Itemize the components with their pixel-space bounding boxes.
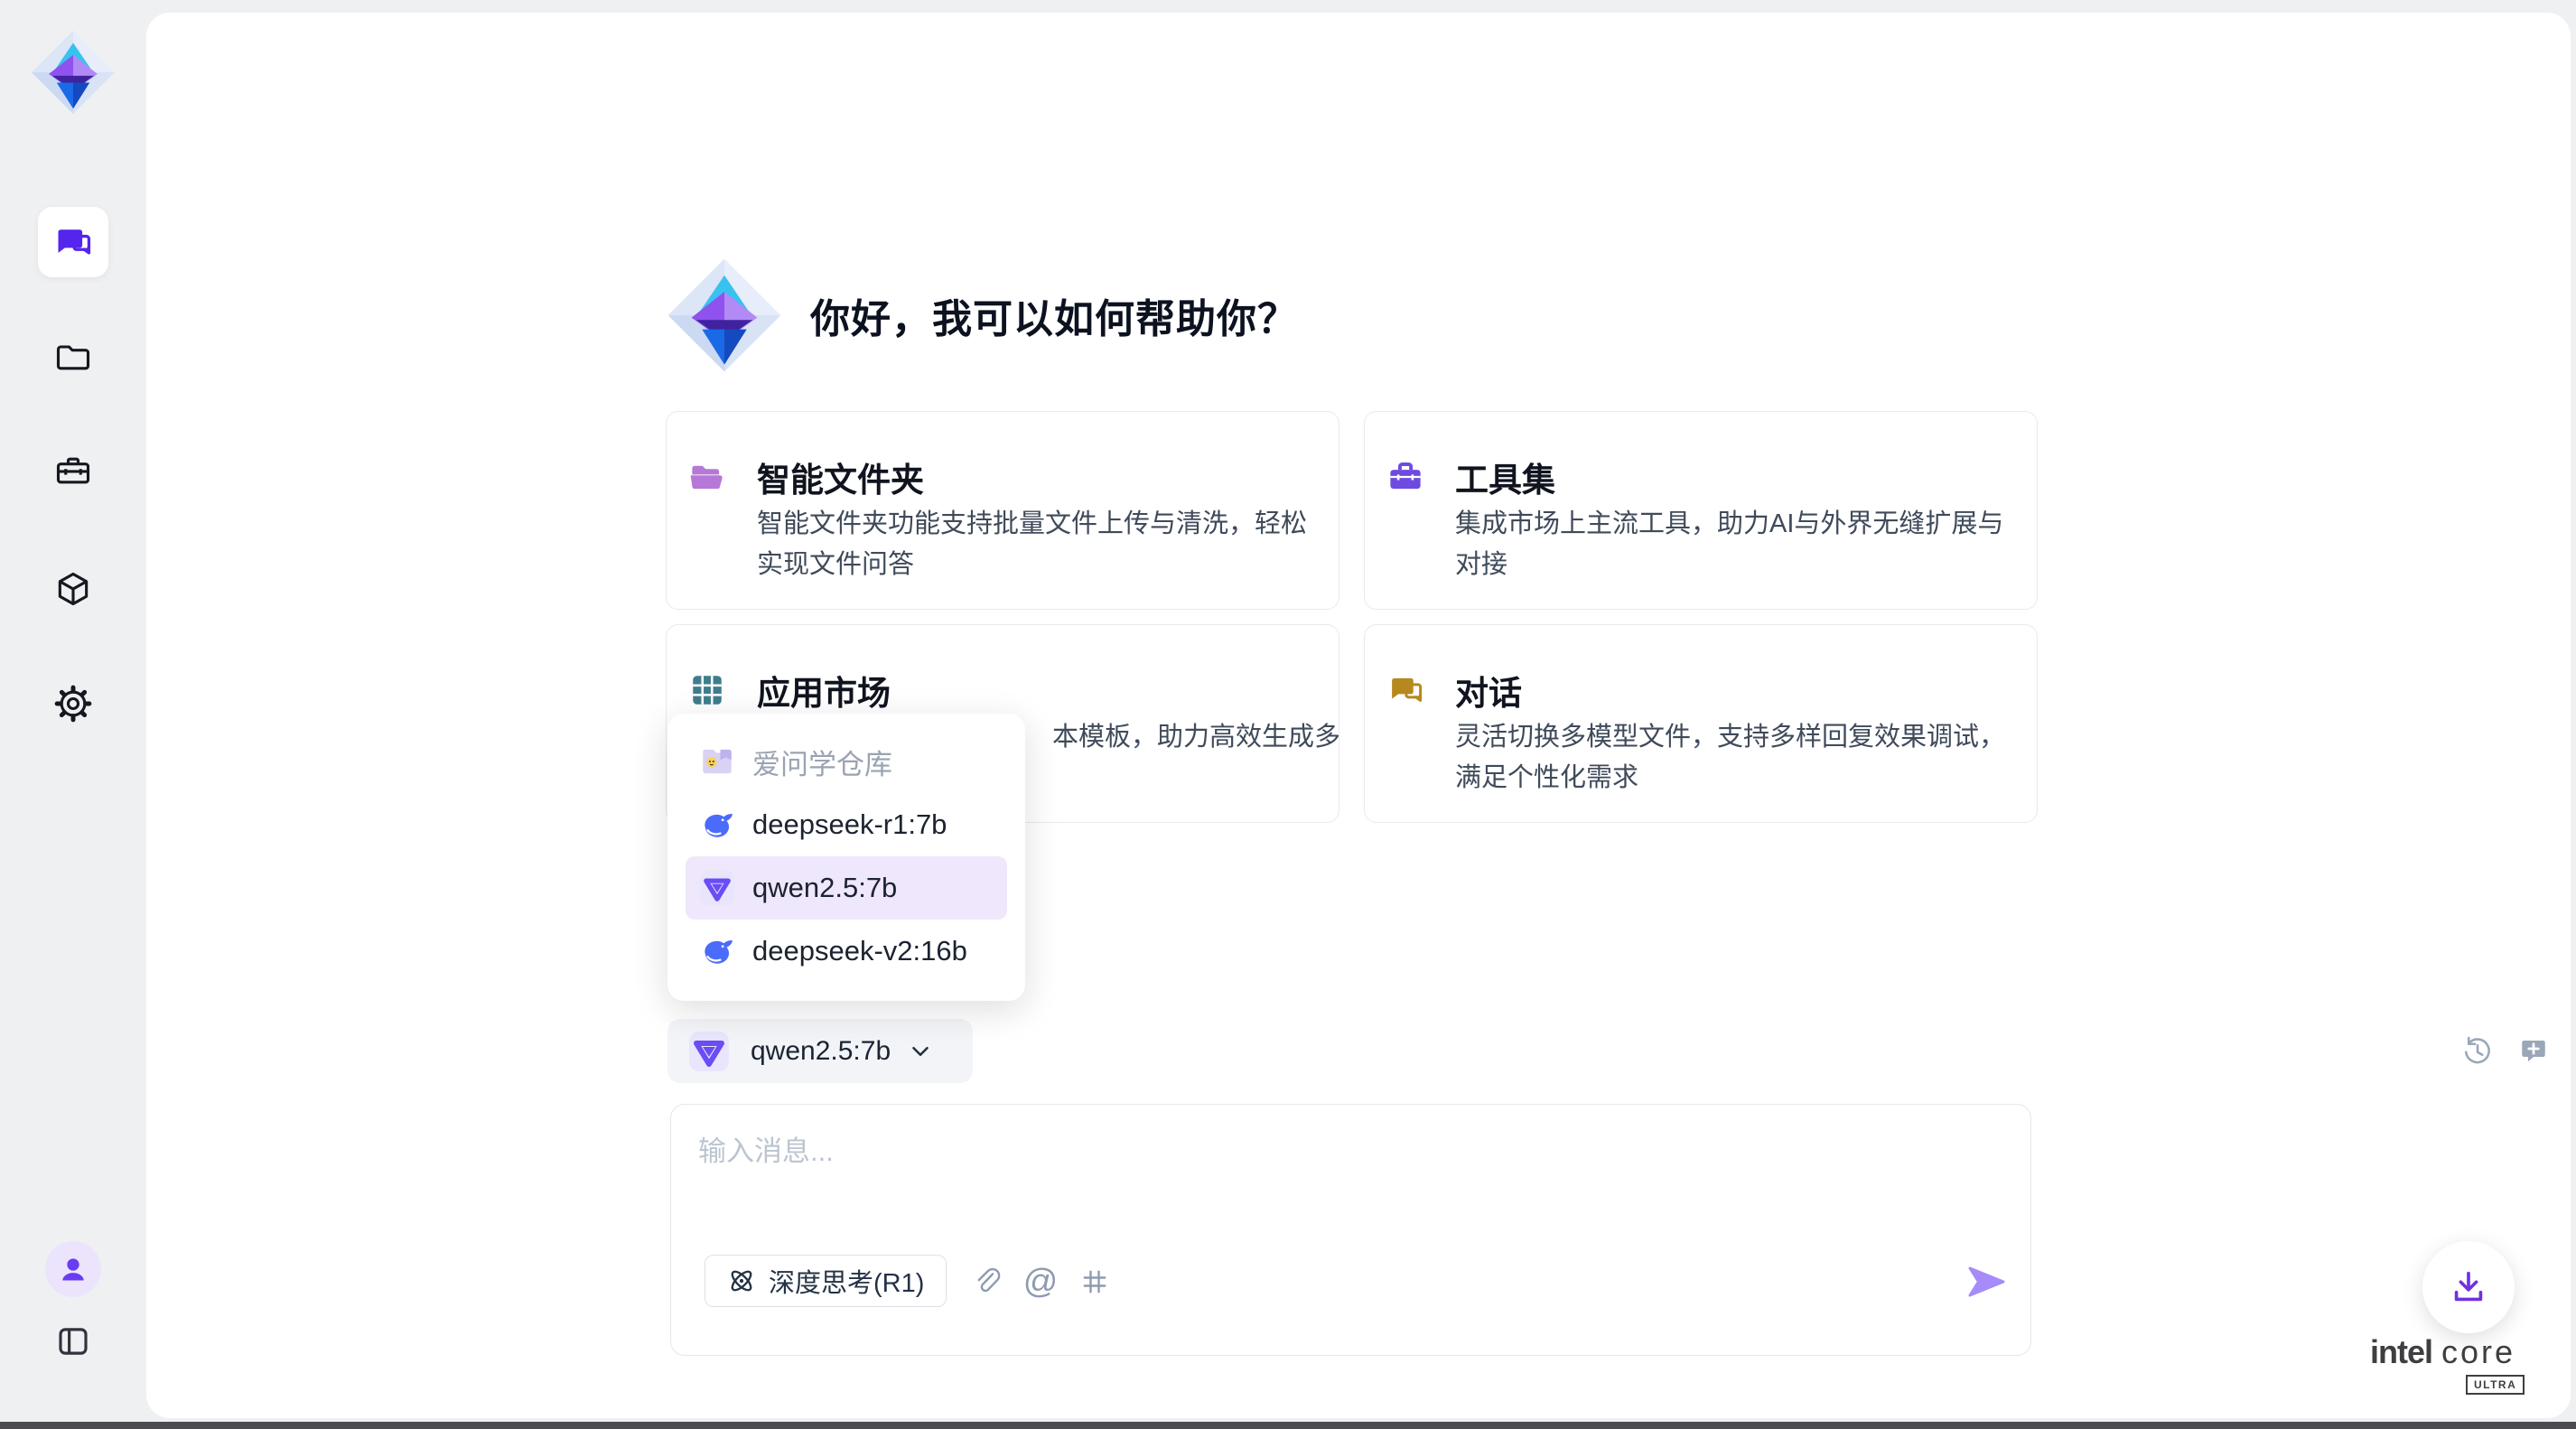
- toolbox-icon: [53, 451, 93, 490]
- card-toolset[interactable]: 工具集 集成市场上主流工具，助力AI与外界无缝扩展与对接: [1364, 411, 2038, 610]
- sidebar-item-settings[interactable]: [38, 668, 108, 739]
- selected-model-label: qwen2.5:7b: [751, 1036, 891, 1067]
- atom-icon: [727, 1266, 756, 1295]
- card-description-fragment: 本模板，助力高效生成多: [1052, 717, 1323, 758]
- grid-market-icon: [688, 671, 726, 709]
- chat-icon: [53, 222, 93, 262]
- message-input[interactable]: [698, 1128, 1945, 1237]
- composer-tools: @: [969, 1265, 1112, 1299]
- qwen-icon: [698, 869, 736, 907]
- open-folder-icon: [688, 458, 726, 496]
- download-fab[interactable]: [2422, 1241, 2515, 1333]
- collapse-sidebar-button[interactable]: [48, 1316, 98, 1367]
- qwen-icon: [687, 1030, 731, 1073]
- send-button[interactable]: [1965, 1260, 2008, 1303]
- history-icon[interactable]: [2461, 1035, 2494, 1068]
- intel-core-logo: intelcore ULTRA: [2370, 1333, 2533, 1395]
- card-description: 灵活切换多模型文件，支持多样回复效果调试，满足个性化需求: [1455, 717, 2011, 799]
- user-avatar[interactable]: [45, 1241, 101, 1297]
- core-wordmark: core: [2441, 1333, 2515, 1370]
- chevron-down-icon: [907, 1038, 934, 1065]
- card-title: 智能文件夹: [757, 453, 924, 501]
- greeting-text: 你好，我可以如何帮助你？: [810, 286, 1298, 344]
- card-title: 对话: [1455, 666, 1522, 714]
- folder-icon: [53, 337, 93, 377]
- briefcase-icon: [1386, 458, 1424, 496]
- dropdown-item-deepseek-r1[interactable]: deepseek-r1:7b: [686, 793, 1007, 856]
- deepseek-whale-icon: [698, 932, 736, 970]
- message-composer: 深度思考(R1) @: [670, 1104, 2031, 1356]
- model-selector[interactable]: qwen2.5:7b: [667, 1019, 973, 1083]
- deepseek-whale-icon: [698, 806, 736, 844]
- window-bottom-edge: [0, 1422, 2576, 1429]
- app-window: 你好，我可以如何帮助你？ 智能文件夹 智能文件夹功能支持批量文件上传与清洗，轻松…: [0, 0, 2576, 1429]
- download-icon: [2448, 1266, 2489, 1308]
- conversation-actions: [2461, 1035, 2550, 1068]
- card-description: 智能文件夹功能支持批量文件上传与清洗，轻松实现文件问答: [757, 504, 1313, 585]
- panel-left-icon: [54, 1322, 92, 1360]
- at-icon: @: [1023, 1265, 1059, 1299]
- deep-think-toggle[interactable]: 深度思考(R1): [705, 1255, 947, 1307]
- dropdown-item-qwen[interactable]: qwen2.5:7b: [686, 856, 1007, 920]
- deep-think-label: 深度思考(R1): [769, 1262, 924, 1300]
- dropdown-group-label: 爱问学仓库: [686, 730, 1007, 793]
- card-title: 应用市场: [757, 666, 891, 714]
- model-dropdown-menu: 爱问学仓库 deepseek-r1:7b qwen2.5:7b: [667, 714, 1025, 1001]
- card-title: 工具集: [1455, 453, 1555, 501]
- main-panel: 你好，我可以如何帮助你？ 智能文件夹 智能文件夹功能支持批量文件上传与清洗，轻松…: [146, 13, 2571, 1418]
- sidebar-item-chat[interactable]: [38, 207, 108, 277]
- hero: 你好，我可以如何帮助你？: [666, 257, 1298, 374]
- dropdown-item-deepseek-v2[interactable]: deepseek-v2:16b: [686, 920, 1007, 983]
- repository-icon: [698, 743, 736, 780]
- sidebar-item-tools[interactable]: [38, 435, 108, 506]
- attach-file-button[interactable]: [969, 1265, 1003, 1299]
- hero-logo-icon: [666, 257, 783, 374]
- intel-wordmark: intel: [2370, 1333, 2432, 1370]
- chat-bubbles-icon: [1386, 671, 1424, 709]
- sidebar: [0, 0, 146, 1429]
- gear-icon: [53, 684, 93, 724]
- person-icon: [55, 1251, 91, 1287]
- app-logo-icon: [30, 29, 117, 116]
- paperclip-icon: [970, 1266, 1003, 1298]
- sidebar-item-folders[interactable]: [38, 322, 108, 392]
- card-smart-folder[interactable]: 智能文件夹 智能文件夹功能支持批量文件上传与清洗，轻松实现文件问答: [666, 411, 1339, 610]
- hash-icon: [1078, 1266, 1111, 1298]
- mention-button[interactable]: @: [1023, 1265, 1058, 1299]
- sidebar-item-models[interactable]: [38, 554, 108, 624]
- card-description: 集成市场上主流工具，助力AI与外界无缝扩展与对接: [1455, 504, 2011, 585]
- card-conversation[interactable]: 对话 灵活切换多模型文件，支持多样回复效果调试，满足个性化需求: [1364, 624, 2038, 823]
- ultra-badge: ULTRA: [2466, 1375, 2525, 1395]
- cube-icon: [53, 569, 93, 609]
- new-chat-icon[interactable]: [2517, 1035, 2550, 1068]
- prompt-template-button[interactable]: [1078, 1265, 1112, 1299]
